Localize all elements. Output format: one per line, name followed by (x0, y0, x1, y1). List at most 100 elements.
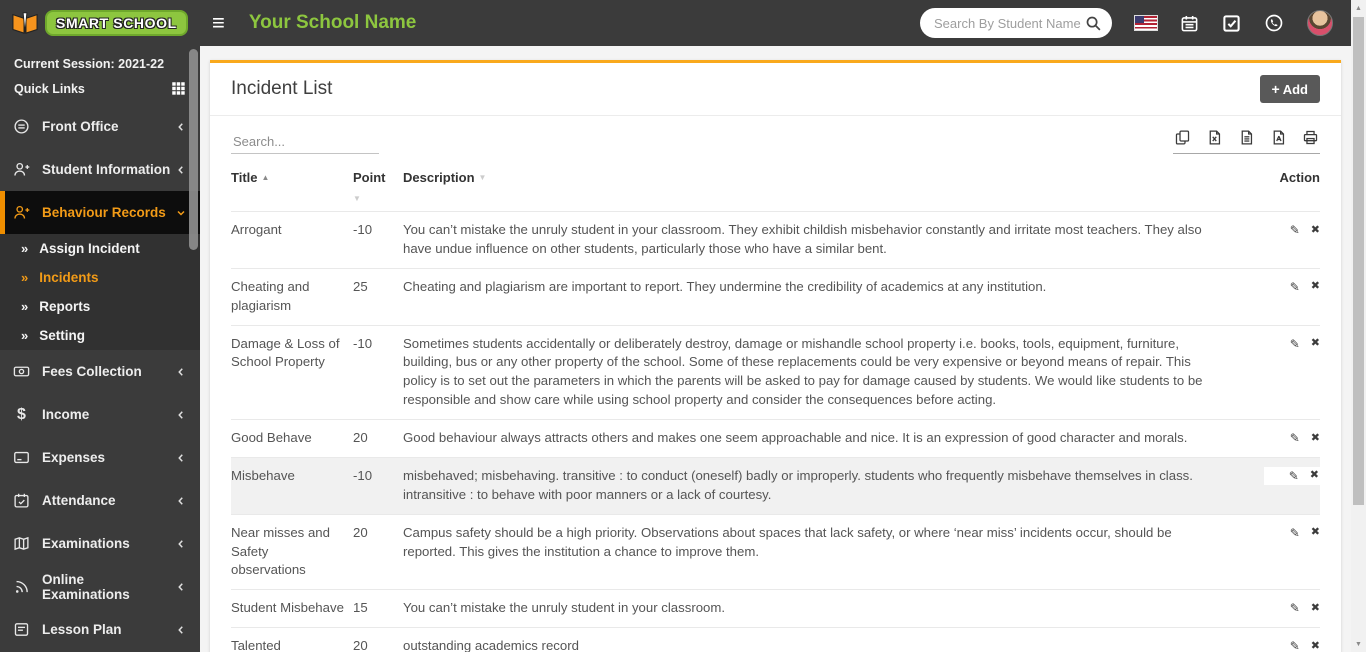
incident-actions: ✎ ✖ (1264, 637, 1320, 652)
delete-icon[interactable]: ✖ (1311, 432, 1320, 444)
print-icon[interactable] (1302, 129, 1319, 146)
double-arrow-icon: » (21, 241, 29, 256)
pdf-export-icon[interactable] (1270, 129, 1287, 146)
incident-actions: ✎ ✖ (1264, 335, 1320, 411)
excel-export-icon[interactable] (1206, 129, 1223, 146)
sort-desc-icon[interactable]: ▼ (479, 173, 487, 182)
delete-icon[interactable]: ✖ (1311, 338, 1320, 349)
chevron-left-icon (175, 538, 187, 550)
submenu-item-label: Incidents (39, 270, 99, 285)
delete-icon[interactable]: ✖ (1311, 602, 1320, 614)
incident-point: 20 (353, 638, 368, 652)
sort-desc-icon[interactable]: ▼ (353, 194, 403, 203)
table-row: Arrogant -10 You can’t mistake the unruly … (231, 211, 1320, 268)
sidebar-item-expenses[interactable]: Expenses (0, 436, 200, 479)
table-search-input[interactable] (231, 130, 379, 154)
incident-title: Good Behave (231, 430, 312, 445)
school-name: Your School Name (248, 12, 417, 33)
delete-icon[interactable]: ✖ (1311, 640, 1320, 652)
quick-links-label: Quick Links (14, 81, 85, 96)
edit-icon[interactable]: ✎ (1290, 602, 1300, 614)
search-icon[interactable] (1085, 15, 1102, 32)
sort-asc-icon[interactable]: ▲ (262, 173, 270, 182)
edit-icon[interactable]: ✎ (1290, 640, 1300, 652)
column-header-point[interactable]: Point ▼ (353, 170, 403, 203)
sidebar-item-income[interactable]: $ Income (0, 393, 200, 436)
sidebar: Current Session: 2021-22 Quick Links Fro… (0, 46, 200, 652)
sidebar-item-front-office[interactable]: Front Office (0, 105, 200, 148)
incident-point: 20 (353, 430, 368, 445)
chevron-down-icon (175, 207, 187, 219)
table-row: Student Misbehave 15 You can’t mistake the… (231, 589, 1320, 627)
sidebar-item-student-information[interactable]: Student Information (0, 148, 200, 191)
copy-icon[interactable] (1174, 129, 1191, 146)
delete-icon[interactable]: ✖ (1310, 470, 1319, 481)
column-header-title[interactable]: Title ▲ (231, 170, 353, 203)
submenu-item-reports[interactable]: » Reports (0, 292, 200, 321)
whatsapp-icon[interactable] (1264, 13, 1284, 33)
page-scrollbar-thumb[interactable] (1353, 17, 1364, 505)
edit-icon[interactable]: ✎ (1290, 224, 1300, 236)
incident-point: 15 (353, 600, 368, 616)
user-avatar[interactable] (1307, 10, 1333, 36)
edit-icon[interactable]: ✎ (1289, 470, 1299, 482)
incident-title: Misbehave (231, 467, 295, 483)
chevron-left-icon (175, 409, 187, 421)
user-plus-icon (13, 204, 30, 221)
edit-icon[interactable]: ✎ (1290, 527, 1300, 539)
incident-actions: ✎ ✖ (1264, 429, 1320, 448)
grid-icon[interactable] (171, 81, 186, 96)
scroll-down-icon[interactable]: ▼ (1351, 636, 1366, 652)
submenu-item-setting[interactable]: » Setting (0, 321, 200, 350)
delete-icon[interactable]: ✖ (1311, 224, 1320, 236)
submenu-item-assign-incident[interactable]: » Assign Incident (0, 234, 200, 263)
double-arrow-icon: » (21, 299, 29, 314)
behaviour-records-submenu: » Assign Incident » Incidents » Reports » Setti… (0, 234, 200, 350)
map-icon (13, 535, 30, 552)
app-logo[interactable]: SMART SCHOOL (0, 10, 200, 36)
sidebar-item-examinations[interactable]: Examinations (0, 522, 200, 565)
incident-title: Student Misbehave (231, 600, 344, 616)
edit-icon[interactable]: ✎ (1290, 338, 1300, 350)
user-plus-icon (13, 161, 30, 178)
incident-title: Cheating and plagiarism (231, 278, 310, 313)
card-header: Incident List + Add (210, 63, 1341, 116)
sidebar-item-fees-collection[interactable]: Fees Collection (0, 350, 200, 393)
dollar-icon: $ (17, 406, 26, 423)
calendar-icon[interactable] (1180, 14, 1199, 33)
book-logo-icon (10, 10, 40, 36)
sidebar-item-lesson-plan[interactable]: Lesson Plan (0, 608, 200, 651)
chevron-left-icon (175, 624, 187, 636)
submenu-item-label: Reports (39, 299, 91, 314)
table-toolbar (210, 116, 1341, 154)
edit-icon[interactable]: ✎ (1290, 432, 1300, 444)
page-scrollbar[interactable]: ▲ ▼ (1351, 0, 1366, 652)
sidebar-menu: Front Office Student Information Behaviour… (0, 105, 200, 651)
incident-description: You can’t mistake the unruly student in … (403, 600, 726, 616)
sidebar-item-online-examinations[interactable]: Online Examinations (0, 565, 200, 608)
hamburger-menu-icon[interactable]: ≡ (212, 12, 225, 34)
scroll-up-icon[interactable]: ▲ (1351, 0, 1366, 16)
sidebar-item-attendance[interactable]: Attendance (0, 479, 200, 522)
incident-description: misbehaved; misbehaving. transitive : to… (403, 467, 1193, 502)
delete-icon[interactable]: ✖ (1311, 527, 1320, 538)
column-header-description[interactable]: Description ▼ (403, 170, 1264, 203)
sidebar-scrollbar-thumb[interactable] (189, 49, 198, 250)
edit-icon[interactable]: ✎ (1290, 281, 1300, 293)
delete-icon[interactable]: ✖ (1311, 281, 1320, 292)
incident-title: Damage & Loss of School Property (231, 335, 340, 370)
student-search-input[interactable] (934, 15, 1085, 31)
chevron-left-icon (175, 121, 187, 133)
language-flag-icon[interactable] (1135, 16, 1157, 30)
tasks-icon[interactable] (1222, 14, 1241, 33)
front-office-icon (13, 118, 30, 135)
incident-description: Cheating and plagiarism are important to… (403, 278, 1047, 294)
quick-links[interactable]: Quick Links (0, 73, 200, 105)
sidebar-item-behaviour-records[interactable]: Behaviour Records (0, 191, 200, 234)
double-arrow-icon: » (21, 270, 29, 285)
csv-export-icon[interactable] (1238, 129, 1255, 146)
submenu-item-incidents[interactable]: » Incidents (0, 263, 200, 292)
add-button[interactable]: + Add (1259, 75, 1320, 103)
incident-description: Good behaviour always attracts others an… (403, 430, 1188, 445)
table-row: Talented 20 outstanding academics record ✎ ✖ (231, 627, 1320, 652)
